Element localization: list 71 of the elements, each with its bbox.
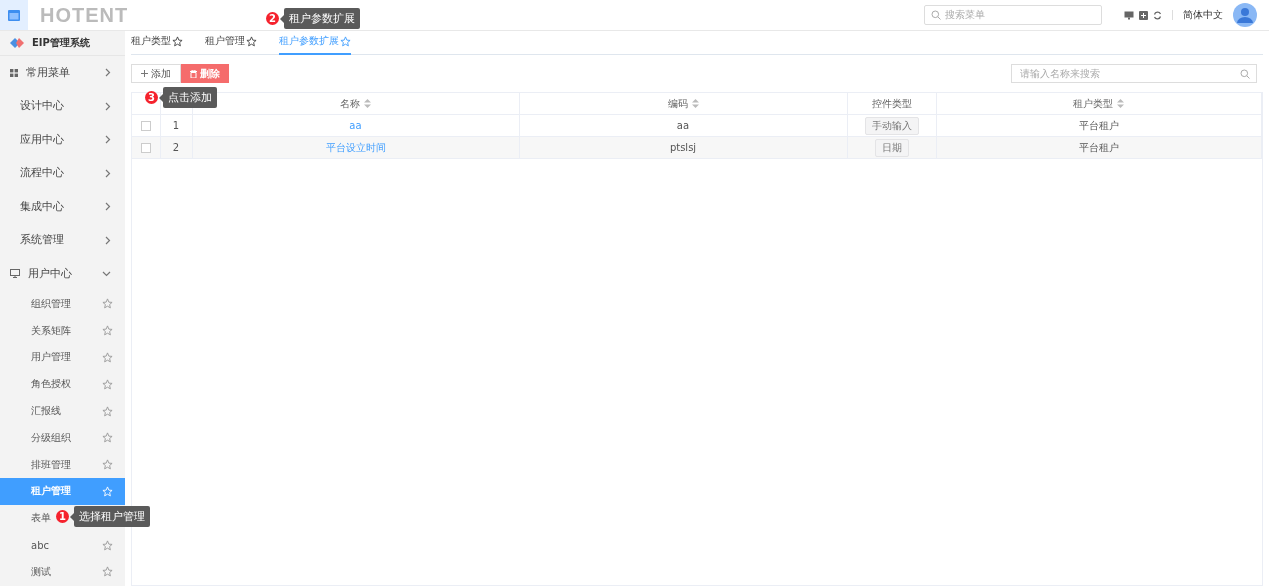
menu-item[interactable]: 组织管理 <box>0 290 125 318</box>
menu-group[interactable]: 应用中心 <box>0 123 125 157</box>
step-badge: 3 <box>145 91 158 104</box>
search-icon <box>1240 68 1250 79</box>
menu-item[interactable]: 角色授权 <box>0 370 125 398</box>
window-icon <box>8 9 20 21</box>
plus-icon <box>141 70 148 77</box>
menu-item[interactable]: 用户管理 <box>0 344 125 371</box>
monitor-icon <box>10 269 20 279</box>
menu-group[interactable]: 系统管理 <box>0 223 125 257</box>
diamond-logo-icon <box>10 38 24 48</box>
star-icon[interactable] <box>102 566 113 578</box>
column-header: 控件类型 <box>871 96 912 111</box>
add-button[interactable]: 添加 <box>131 64 181 83</box>
chevron-down-icon <box>102 270 111 277</box>
search-icon <box>931 10 941 20</box>
chevron-right-icon <box>105 68 111 78</box>
trash-icon <box>190 69 197 78</box>
menu-item[interactable]: 测试 <box>0 558 125 586</box>
table-cell: 1 <box>172 120 180 131</box>
menu-item[interactable]: 分级组织 <box>0 424 125 452</box>
sort-icon[interactable] <box>364 99 371 108</box>
column-header: 租户类型 <box>1073 96 1114 111</box>
chevron-right-icon <box>105 202 111 212</box>
table-cell: 平台租户 <box>1078 141 1119 153</box>
star-icon[interactable] <box>340 35 351 47</box>
table-cell: ptslsj <box>669 142 697 153</box>
star-icon[interactable] <box>102 325 113 337</box>
star-icon[interactable] <box>102 432 113 444</box>
menu-group[interactable]: 常用菜单 <box>0 56 125 90</box>
table-cell: 平台租户 <box>1078 119 1119 131</box>
table-cell: aa <box>676 120 690 131</box>
checkbox[interactable] <box>140 121 151 131</box>
menu-group[interactable]: 用户中心 <box>0 257 125 291</box>
star-icon[interactable] <box>102 405 113 417</box>
sort-icon[interactable] <box>1117 99 1125 108</box>
chevron-right-icon <box>105 168 111 178</box>
column-header: 编码 <box>667 96 688 111</box>
tab[interactable]: 租户类型 <box>131 34 183 55</box>
star-icon[interactable] <box>172 35 183 47</box>
chevron-right-icon <box>105 235 111 245</box>
menu-group[interactable]: 设计中心 <box>0 89 125 123</box>
tab[interactable]: 租户管理 <box>205 34 257 55</box>
star-icon[interactable] <box>102 298 113 310</box>
star-icon[interactable] <box>102 352 113 363</box>
star-icon[interactable] <box>102 378 113 390</box>
chevron-right-icon <box>105 135 111 145</box>
checkbox[interactable] <box>140 143 151 153</box>
monitor-icon[interactable] <box>1124 10 1134 20</box>
refresh-icon[interactable] <box>1153 10 1162 20</box>
control-type-tag: 日期 <box>874 138 909 157</box>
menu-item[interactable]: 汇报线 <box>0 397 125 425</box>
menu-group[interactable]: 流程中心 <box>0 156 125 190</box>
column-header: 名称 <box>340 96 360 111</box>
menu-item[interactable]: 关系矩阵 <box>0 317 125 345</box>
fullscreen-icon[interactable] <box>1139 10 1148 20</box>
chevron-right-icon <box>105 101 111 111</box>
sort-icon[interactable] <box>691 99 699 108</box>
table-cell: 2 <box>172 142 180 153</box>
menu-group[interactable]: 集成中心 <box>0 190 125 224</box>
language-selector[interactable]: 简体中文 <box>1183 8 1223 22</box>
logo: HOTENT <box>40 3 129 27</box>
avatar[interactable] <box>1233 3 1257 27</box>
control-type-tag: 手动输入 <box>864 116 919 135</box>
menu-item[interactable]: abc <box>0 531 125 559</box>
grid-icon <box>10 68 18 77</box>
star-icon[interactable] <box>102 459 113 471</box>
menu-item[interactable]: 排班管理 <box>0 451 125 479</box>
star-icon[interactable] <box>246 35 257 47</box>
star-icon[interactable] <box>102 539 113 551</box>
menu-button[interactable] <box>0 0 28 30</box>
